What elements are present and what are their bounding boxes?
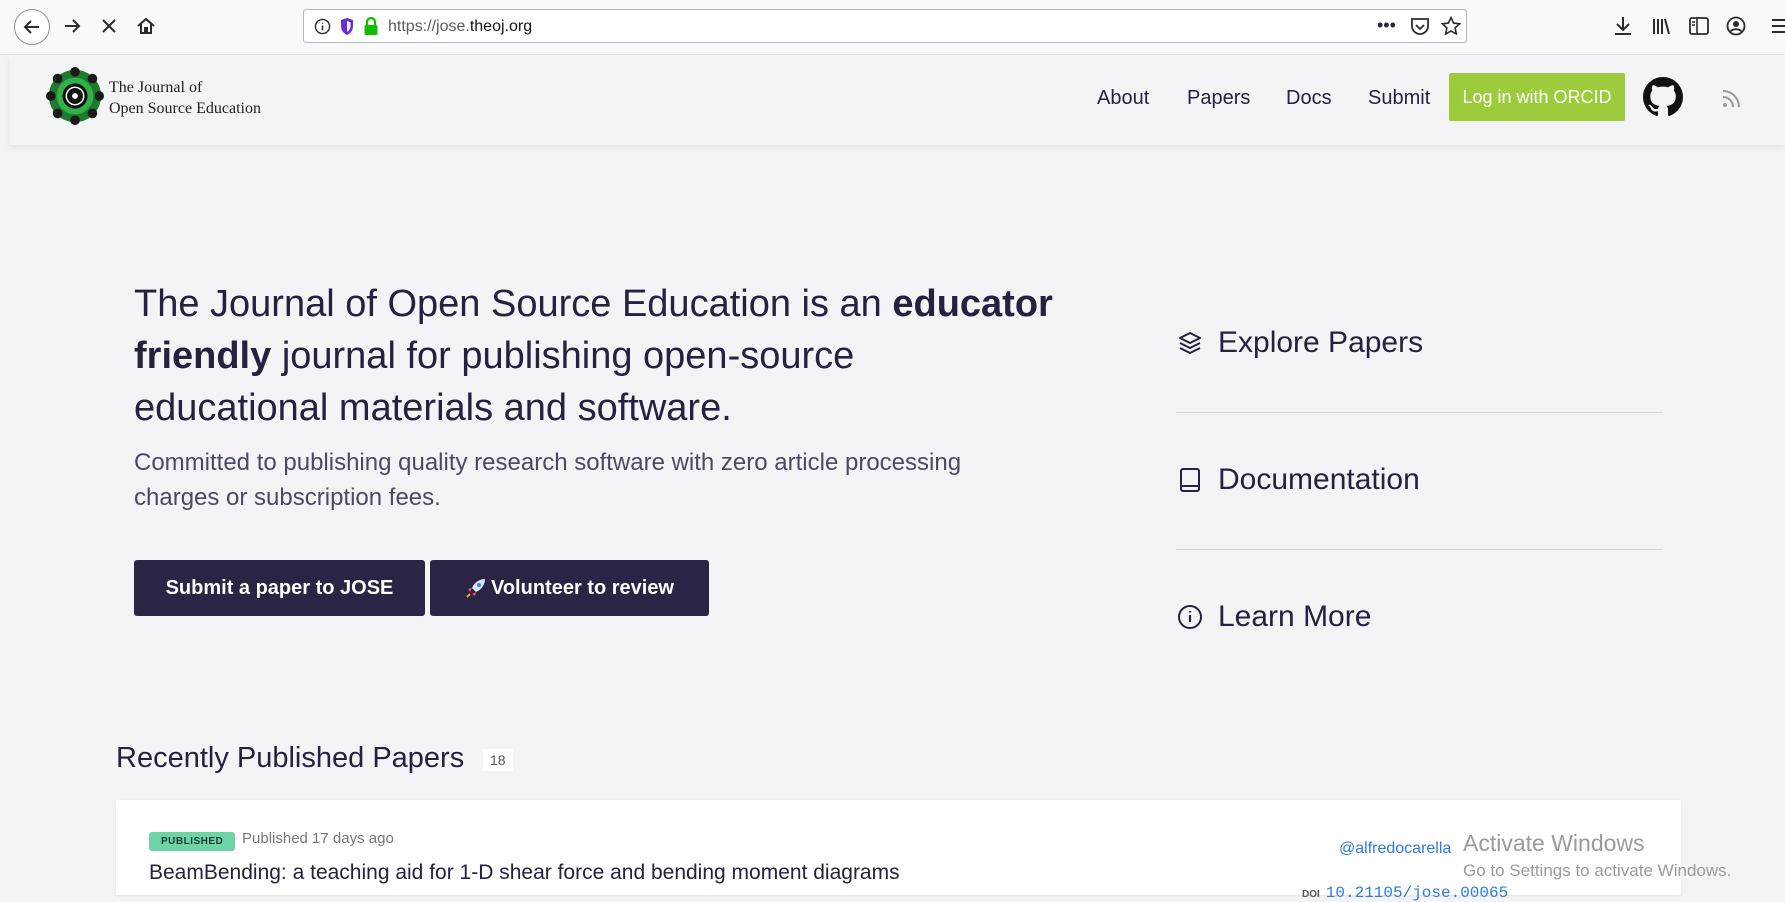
close-icon (102, 19, 116, 33)
nav-about[interactable]: About (1097, 87, 1149, 110)
account-icon[interactable] (1726, 16, 1746, 36)
hero-title-part1: The Journal of Open Source Education is … (134, 283, 882, 325)
rocket-icon (466, 579, 485, 598)
arrow-right-icon (65, 19, 81, 33)
doi-value: 10.21105/jose.00065 (1325, 884, 1509, 902)
library-icon[interactable] (1651, 16, 1671, 36)
doi-link[interactable]: DOI 10.21105/jose.00065 (1302, 884, 1508, 902)
divider (1176, 549, 1663, 550)
back-button[interactable] (14, 9, 50, 45)
arrow-left-icon (23, 20, 39, 34)
author-link[interactable]: @alfredocarella (1339, 840, 1451, 858)
jose-logo-icon[interactable] (46, 67, 104, 125)
nav-docs[interactable]: Docs (1286, 87, 1332, 110)
published-date: Published 17 days ago (242, 830, 394, 847)
documentation-link[interactable]: Documentation (1176, 463, 1420, 497)
url-text: https://jose.theoj.org (388, 18, 533, 35)
watermark-title: Activate Windows (1463, 830, 1645, 856)
divider (1176, 412, 1663, 413)
url-bar[interactable]: https://jose.theoj.org ••• (303, 9, 1467, 43)
stop-button[interactable] (93, 10, 125, 42)
sidebar-icon[interactable] (1689, 17, 1709, 35)
documentation-label: Documentation (1218, 463, 1420, 496)
github-icon[interactable] (1643, 77, 1683, 117)
paper-title[interactable]: BeamBending: a teaching aid for 1-D shea… (149, 861, 900, 885)
info-circle-icon (1176, 603, 1204, 631)
watermark-subtitle: Go to Settings to activate Windows. (1463, 861, 1732, 880)
status-badge: PUBLISHED (149, 832, 236, 851)
volunteer-review-label: Volunteer to review (490, 576, 674, 599)
download-icon[interactable] (1614, 16, 1632, 36)
tracking-shield-icon (341, 18, 353, 35)
site-logo-text[interactable]: The Journal of Open Source Education (109, 77, 261, 119)
browser-toolbar: https://jose.theoj.org ••• (0, 0, 1785, 55)
pocket-icon[interactable] (1410, 17, 1430, 36)
submit-paper-button[interactable]: Submit a paper to JOSE (134, 560, 425, 616)
layers-icon (1176, 329, 1204, 357)
nav-papers[interactable]: Papers (1187, 87, 1250, 110)
rss-icon[interactable] (1722, 88, 1742, 108)
recent-papers-heading: Recently Published Papers (116, 742, 465, 774)
orcid-login-button[interactable]: Log in with ORCID (1449, 73, 1625, 121)
learn-more-label: Learn More (1218, 600, 1372, 633)
site-header: The Journal of Open Source Education Abo… (10, 55, 1785, 145)
more-actions-icon[interactable]: ••• (1377, 15, 1396, 36)
paper-card[interactable]: PUBLISHED Published 17 days ago BeamBend… (116, 800, 1681, 902)
logo-line-1: The Journal of (109, 79, 203, 96)
lock-icon (364, 16, 378, 35)
paper-count-badge: 18 (483, 749, 513, 771)
home-button[interactable] (130, 10, 162, 42)
learn-more-link[interactable]: Learn More (1176, 600, 1371, 634)
forward-button[interactable] (56, 10, 88, 42)
book-icon (1176, 466, 1204, 494)
nav-submit[interactable]: Submit (1368, 87, 1430, 110)
explore-papers-label: Explore Papers (1218, 326, 1424, 359)
info-icon (314, 18, 331, 35)
hero-subtitle: Committed to publishing quality research… (134, 449, 962, 511)
explore-papers-link[interactable]: Explore Papers (1176, 326, 1423, 360)
volunteer-review-button[interactable]: Volunteer to review (430, 560, 709, 616)
menu-icon[interactable] (1772, 18, 1785, 34)
hero-title: The Journal of Open Source Education is … (134, 278, 1054, 434)
star-icon[interactable] (1441, 16, 1461, 36)
home-icon (137, 17, 155, 34)
windows-activation-watermark: Activate Windows Go to Settings to activ… (1463, 830, 1731, 881)
logo-line-2: Open Source Education (109, 100, 261, 117)
